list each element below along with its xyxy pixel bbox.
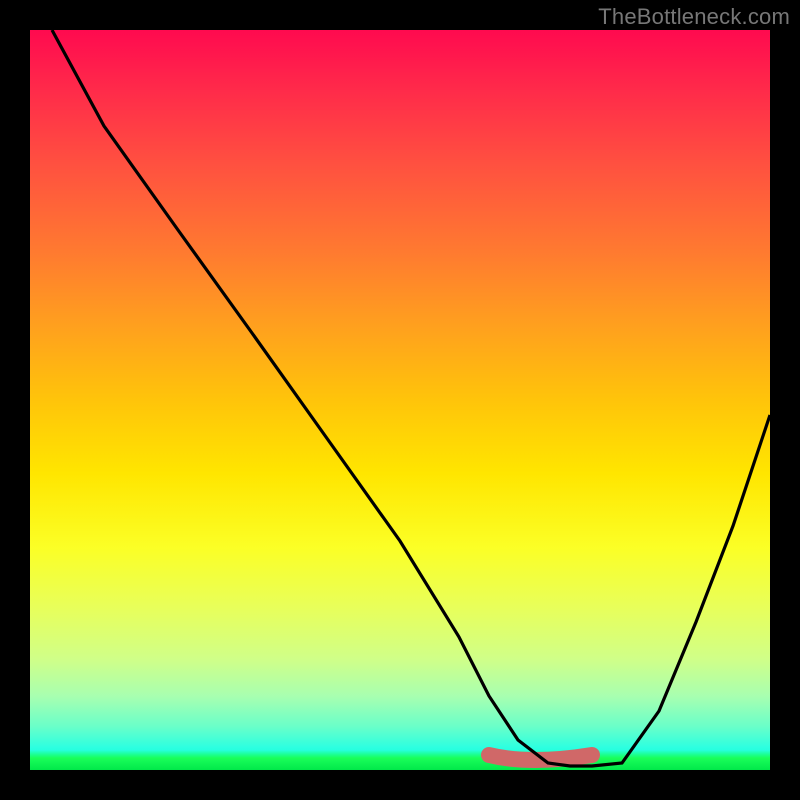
curve-svg <box>30 30 770 770</box>
main-curve <box>52 30 770 766</box>
plot-area <box>30 30 770 770</box>
chart-frame: TheBottleneck.com <box>0 0 800 800</box>
watermark-text: TheBottleneck.com <box>598 4 790 30</box>
